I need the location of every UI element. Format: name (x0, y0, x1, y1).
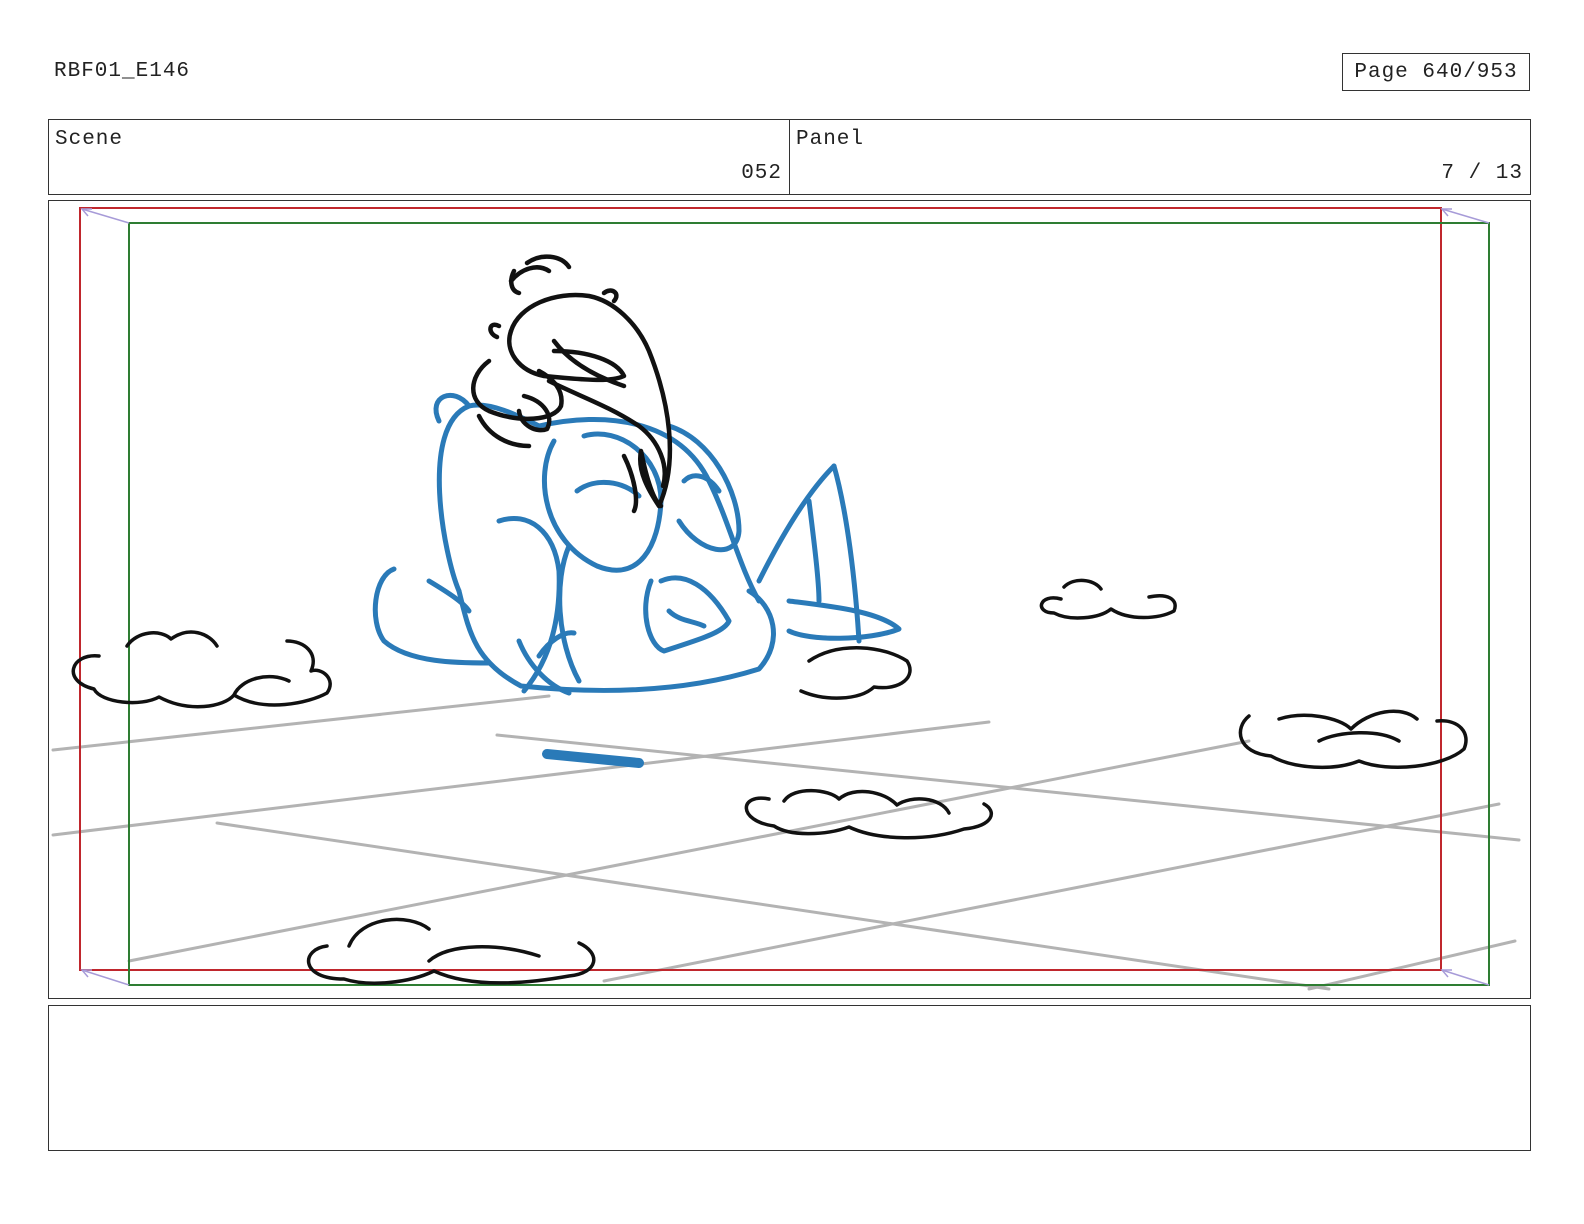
camera-move-arrows (80, 208, 1490, 986)
cloud-sketches (71, 578, 1468, 985)
scene-number: 052 (741, 162, 782, 185)
character-body-sketch (372, 392, 902, 696)
notes-box (48, 1005, 1531, 1151)
storyboard-drawing (51, 207, 1521, 991)
project-id: RBF01_E146 (54, 60, 191, 83)
scene-cell: Scene 052 (49, 120, 789, 194)
panel-label: Panel (796, 128, 865, 151)
character-shadow-mark (542, 749, 644, 768)
scene-label: Scene (55, 128, 124, 151)
floor-grid (51, 694, 1521, 991)
scene-panel-info: Scene 052 Panel 7 / 13 (48, 119, 1531, 195)
page-label: Page 640/953 (1354, 60, 1518, 84)
panel-number: 7 / 13 (1441, 162, 1523, 185)
storyboard-panel (48, 200, 1531, 999)
page-indicator: Page 640/953 (1342, 53, 1530, 91)
character-head-sketch (471, 254, 673, 514)
panel-cell: Panel 7 / 13 (789, 120, 1530, 194)
